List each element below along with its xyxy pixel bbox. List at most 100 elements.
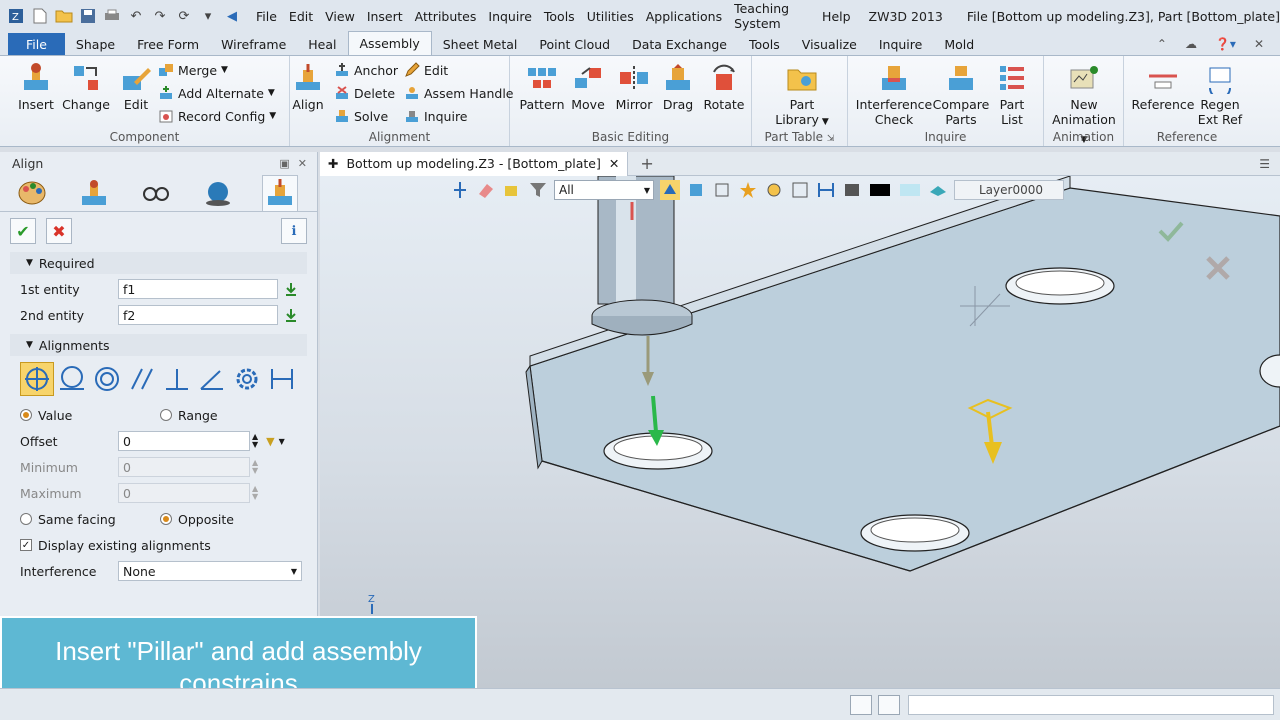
command-input[interactable] xyxy=(908,695,1274,715)
3d-viewport[interactable]: Z All ▼ Layer0000 xyxy=(320,176,1280,688)
tab-mold[interactable]: Mold xyxy=(933,33,985,55)
pin-icon[interactable]: ▣ xyxy=(279,157,289,170)
color-swatch-icon[interactable] xyxy=(868,180,892,200)
tab-heal[interactable]: Heal xyxy=(297,33,347,55)
menu-insert[interactable]: Insert xyxy=(361,9,409,24)
pick-filter-icon[interactable] xyxy=(450,180,470,200)
cancel-button[interactable]: ✖ xyxy=(46,218,72,244)
menu-inquire[interactable]: Inquire xyxy=(482,9,538,24)
pick-arrow-icon[interactable] xyxy=(284,282,298,296)
align-tab[interactable] xyxy=(262,174,298,211)
view-orient-icon[interactable] xyxy=(842,180,862,200)
gear-button[interactable] xyxy=(230,362,264,396)
menu-file[interactable]: File xyxy=(250,9,283,24)
required-section[interactable]: ▼ Required xyxy=(10,252,307,274)
star-icon[interactable] xyxy=(738,180,758,200)
wire-cube-icon[interactable] xyxy=(712,180,732,200)
tab-assembly[interactable]: Assembly xyxy=(347,31,432,55)
merge-button[interactable]: Merge ▼ xyxy=(158,62,228,78)
insert-component-tab[interactable] xyxy=(76,175,112,211)
record-config-button[interactable]: Record Config ▼ xyxy=(158,108,276,124)
minimum-field[interactable]: 0 xyxy=(118,457,250,477)
align-button[interactable]: Align xyxy=(290,62,326,112)
concentric-button[interactable] xyxy=(90,362,124,396)
assem-handle-button[interactable]: Assem Handle xyxy=(404,85,514,101)
output-window-button[interactable] xyxy=(850,695,872,715)
parallel-button[interactable] xyxy=(125,362,159,396)
palette-tab[interactable] xyxy=(14,175,50,211)
eraser-icon[interactable] xyxy=(476,180,496,200)
group-launcher-icon[interactable]: ⇲ xyxy=(827,134,835,144)
save-icon[interactable] xyxy=(78,6,98,26)
funnel-icon[interactable] xyxy=(528,180,548,200)
distance-button[interactable] xyxy=(265,362,299,396)
menu-teaching-system[interactable]: Teaching System xyxy=(728,1,816,31)
reference-button[interactable]: Reference xyxy=(1130,62,1196,112)
add-alternate-button[interactable]: Add Alternate ▼ xyxy=(158,85,275,101)
offset-pick-icon[interactable]: ▼ xyxy=(266,435,274,448)
angle-button[interactable] xyxy=(195,362,229,396)
maximum-field[interactable]: 0 xyxy=(118,483,250,503)
edit-component-button[interactable]: Edit xyxy=(116,62,156,112)
menu-edit[interactable]: Edit xyxy=(283,9,319,24)
undo-icon[interactable]: ↶ xyxy=(126,6,146,26)
coincident-button[interactable] xyxy=(20,362,54,396)
view-tab[interactable] xyxy=(138,175,174,211)
open-folder-icon[interactable] xyxy=(54,6,74,26)
offset-dropdown-icon[interactable]: ▼ xyxy=(279,437,285,446)
menu-utilities[interactable]: Utilities xyxy=(581,9,640,24)
tab-free-form[interactable]: Free Form xyxy=(126,33,210,55)
edit-alignment-button[interactable]: Edit xyxy=(404,62,448,78)
menu-help[interactable]: Help xyxy=(816,9,857,24)
collapse-ribbon-icon[interactable]: ⌃ xyxy=(1157,37,1167,51)
new-file-icon[interactable] xyxy=(30,6,50,26)
tab-shape[interactable]: Shape xyxy=(65,33,126,55)
app-logo-icon[interactable]: Z xyxy=(6,6,26,26)
first-entity-field[interactable]: f1 xyxy=(118,279,278,299)
delete-button[interactable]: Delete xyxy=(334,85,395,101)
menu-attributes[interactable]: Attributes xyxy=(409,9,483,24)
second-entity-field[interactable]: f2 xyxy=(118,305,278,325)
range-radio[interactable]: Range xyxy=(160,408,218,423)
tangent-button[interactable] xyxy=(55,362,89,396)
add-tab-icon[interactable]: + xyxy=(640,154,653,173)
redo-icon[interactable]: ↷ xyxy=(150,6,170,26)
part-list-button[interactable]: Part List xyxy=(992,62,1032,127)
part-library-button[interactable]: Part Library ▼ xyxy=(774,62,830,130)
transparency-icon[interactable] xyxy=(898,180,922,200)
same-facing-radio[interactable]: Same facing xyxy=(20,512,160,527)
pick-arrow-icon[interactable] xyxy=(284,308,298,322)
regen-icon[interactable]: ⟳ xyxy=(174,6,194,26)
info-button[interactable]: ℹ xyxy=(281,218,307,244)
list-window-button[interactable] xyxy=(878,695,900,715)
help-icon[interactable]: ❓▾ xyxy=(1215,37,1236,51)
interference-check-button[interactable]: Interference Check xyxy=(856,62,932,127)
shaded-view-icon[interactable] xyxy=(660,180,680,200)
offset-field[interactable]: 0 xyxy=(118,431,250,451)
menu-view[interactable]: View xyxy=(319,9,361,24)
menu-applications[interactable]: Applications xyxy=(640,9,728,24)
filter-select[interactable]: All ▼ xyxy=(554,180,654,200)
face-select-icon[interactable] xyxy=(928,180,948,200)
menu-tools[interactable]: Tools xyxy=(538,9,581,24)
pattern-button[interactable]: Pattern xyxy=(520,62,565,112)
perpendicular-button[interactable] xyxy=(160,362,194,396)
inquire-alignment-button[interactable]: Inquire xyxy=(404,108,468,124)
tab-file[interactable]: File xyxy=(8,33,65,55)
box-select-icon[interactable] xyxy=(502,180,522,200)
zoom-fit-icon[interactable] xyxy=(764,180,784,200)
solve-button[interactable]: Solve xyxy=(334,108,388,124)
tab-visualize[interactable]: Visualize xyxy=(791,33,868,55)
dropdown-icon[interactable]: ▾ xyxy=(198,6,218,26)
rotate-button[interactable]: Rotate xyxy=(702,62,746,112)
ok-button[interactable]: ✔ xyxy=(10,218,36,244)
move-button[interactable]: Move xyxy=(568,62,608,112)
tab-sheet-metal[interactable]: Sheet Metal xyxy=(432,33,529,55)
layer-select[interactable]: Layer0000 xyxy=(954,180,1064,200)
tab-wireframe[interactable]: Wireframe xyxy=(210,33,297,55)
cube-icon[interactable] xyxy=(686,180,706,200)
opposite-radio[interactable]: Opposite xyxy=(160,512,234,527)
interference-select[interactable]: None ▼ xyxy=(118,561,302,581)
print-icon[interactable] xyxy=(102,6,122,26)
tab-data-exchange[interactable]: Data Exchange xyxy=(621,33,738,55)
